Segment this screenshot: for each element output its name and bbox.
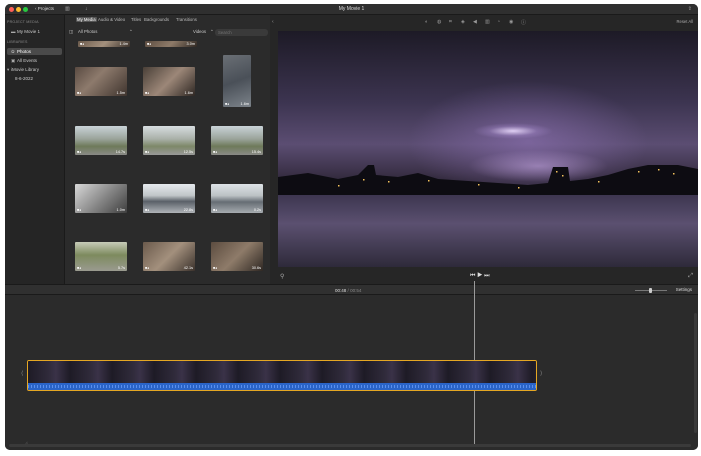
album-chevron-icon[interactable]: ⌃ <box>129 29 133 35</box>
info-icon[interactable]: ⓘ <box>521 19 526 26</box>
media-thumbnail[interactable]: ■◂ 1.0m <box>75 184 127 213</box>
video-camera-icon: ■◂ <box>77 208 81 212</box>
timeline-area[interactable]: ⟨ ⟩ ♫ <box>5 281 698 450</box>
tab-my-media[interactable]: My Media <box>76 17 97 22</box>
stabilization-icon[interactable]: ◈ <box>461 19 465 25</box>
volume-icon[interactable]: ◀ <box>473 19 477 25</box>
time-separator: / <box>347 288 349 293</box>
sidebar-item-all-events[interactable]: ▣ All Events <box>7 57 62 64</box>
project-media-heading: PROJECT MEDIA <box>7 20 39 24</box>
tab-backgrounds[interactable]: Backgrounds <box>144 17 169 22</box>
river-water-image <box>278 195 698 267</box>
title-bar: ‹ Projects ▥ ↓ My Movie 1 ⇪ <box>5 4 698 15</box>
skip-forward-icon[interactable]: ⏭ <box>484 273 489 279</box>
media-thumbnail[interactable]: ■◂ 30.6s <box>211 242 263 271</box>
media-thumbnail[interactable]: ■◂ 42.1s <box>143 242 195 271</box>
media-thumbnail[interactable]: ■◂ 15.4s <box>211 126 263 155</box>
zoom-slider-knob[interactable] <box>649 288 652 293</box>
clip-right-handle-icon[interactable]: ⟩ <box>540 370 542 377</box>
viewer-panel: ‹ ◐ ◍ ⌗ ◈ ◀ ▥ ◔ ◉ ⓘ Reset All ⚲ ⏮ ▶ ⏭ ⤢ <box>270 15 698 284</box>
media-thumbnail[interactable]: ■◂ 1.5m <box>75 67 127 96</box>
play-icon[interactable]: ▶ <box>477 273 482 279</box>
sidebar-item-library[interactable]: ▾ iMovie Library <box>7 66 62 73</box>
timeline-zoom-slider[interactable] <box>635 288 667 293</box>
timeline-settings-button[interactable]: Settings <box>676 287 692 292</box>
video-camera-icon: ■◂ <box>147 42 151 46</box>
grid-view-icon[interactable]: ◫ <box>69 29 73 35</box>
media-thumbnail[interactable]: ■◂ 1.6m <box>223 55 251 107</box>
video-camera-icon: ■◂ <box>225 102 229 106</box>
video-camera-icon: ■◂ <box>77 150 81 154</box>
tab-transitions[interactable]: Transitions <box>176 17 197 22</box>
tab-audio-video[interactable]: Audio & Video <box>98 17 125 22</box>
video-camera-icon: ■◂ <box>145 208 149 212</box>
video-camera-icon: ■◂ <box>145 266 149 270</box>
clip-audio-waveform <box>28 383 536 390</box>
album-selector[interactable]: All Photos <box>78 29 97 34</box>
share-icon[interactable]: ⇪ <box>688 6 692 12</box>
clip-filter-icon[interactable]: ◉ <box>509 19 513 25</box>
filter-chevron-icon[interactable]: ⌃ <box>210 29 214 35</box>
media-thumbnail[interactable]: ■◂ 12.5s <box>143 126 195 155</box>
total-time: 00:54 <box>350 288 362 293</box>
video-camera-icon: ■◂ <box>77 91 81 95</box>
sidebar-item-event-date[interactable]: 8-6-2022 <box>7 75 62 82</box>
city-skyline-image <box>278 165 698 195</box>
video-camera-icon: ■◂ <box>77 266 81 270</box>
noise-reduction-icon[interactable]: ▥ <box>485 19 490 25</box>
video-camera-icon: ■◂ <box>80 42 84 46</box>
video-camera-icon: ■◂ <box>213 208 217 212</box>
video-camera-icon: ■◂ <box>145 150 149 154</box>
media-thumbnail[interactable]: ■◂ 22.8s <box>143 184 195 213</box>
media-thumbnail[interactable]: ■◂ 1.6m <box>143 67 195 96</box>
timeline-header: 00:48 / 00:54 Settings <box>5 284 698 295</box>
clip-left-handle-icon[interactable]: ⟨ <box>21 370 23 377</box>
video-preview[interactable] <box>278 31 698 267</box>
library-sidebar: PROJECT MEDIA ▬ My Movie 1 LIBRARIES ✿ Pho… <box>5 15 65 284</box>
media-thumbnail[interactable]: ■◂ 1.4m <box>78 41 130 47</box>
sidebar-item-project[interactable]: ▬ My Movie 1 <box>7 28 62 35</box>
timecode-display: 00:48 / 00:54 <box>335 288 361 293</box>
audio-track-icon: ♫ <box>25 440 28 445</box>
browser-tabs: My Media Audio & Video Titles Background… <box>65 17 270 24</box>
fullscreen-icon[interactable]: ⤢ <box>688 273 693 280</box>
timeline-clip[interactable] <box>27 360 537 391</box>
color-balance-icon[interactable]: ◐ <box>425 19 428 25</box>
microphone-icon[interactable]: ⚲ <box>280 273 284 280</box>
playback-controls: ⏮ ▶ ⏭ <box>470 273 490 280</box>
imovie-window: ‹ Projects ▥ ↓ My Movie 1 ⇪ PROJECT MEDI… <box>5 4 698 450</box>
speed-icon[interactable]: ◔ <box>497 19 500 25</box>
color-correction-icon[interactable]: ◍ <box>437 19 441 25</box>
media-thumbnail[interactable]: ■◂ 14.7s <box>75 126 127 155</box>
skip-back-icon[interactable]: ⏮ <box>470 273 475 279</box>
media-thumbnail[interactable]: ■◂ 0.2s <box>211 184 263 213</box>
sidebar-item-photos[interactable]: ✿ Photos <box>7 48 62 55</box>
tab-titles[interactable]: Titles <box>131 17 141 22</box>
libraries-heading: LIBRARIES <box>7 40 28 44</box>
media-browser: My Media Audio & Video Titles Background… <box>65 15 270 284</box>
browser-filter-row: ◫ All Photos ⌃ Videos ⌃ <box>65 28 270 37</box>
timeline-horizontal-scrollbar[interactable] <box>9 444 691 447</box>
media-thumbnail[interactable]: ■◂ 3.0m <box>145 41 197 47</box>
video-camera-icon: ■◂ <box>213 266 217 270</box>
reset-all-button[interactable]: Reset All <box>676 19 693 24</box>
video-camera-icon: ■◂ <box>145 91 149 95</box>
timeline-vertical-scrollbar[interactable] <box>694 313 697 433</box>
media-thumbnail[interactable]: ■◂ 5.7s <box>75 242 127 271</box>
waveform-pattern <box>28 385 536 388</box>
crop-icon[interactable]: ⌗ <box>449 19 452 25</box>
media-type-filter[interactable]: Videos <box>193 29 206 34</box>
collapse-icon[interactable]: ‹ <box>272 19 274 25</box>
current-time: 00:48 <box>335 288 347 293</box>
video-camera-icon: ■◂ <box>213 150 217 154</box>
window-title: My Movie 1 <box>338 6 365 12</box>
clip-video-filmstrip <box>28 361 536 383</box>
search-input[interactable] <box>215 29 268 36</box>
